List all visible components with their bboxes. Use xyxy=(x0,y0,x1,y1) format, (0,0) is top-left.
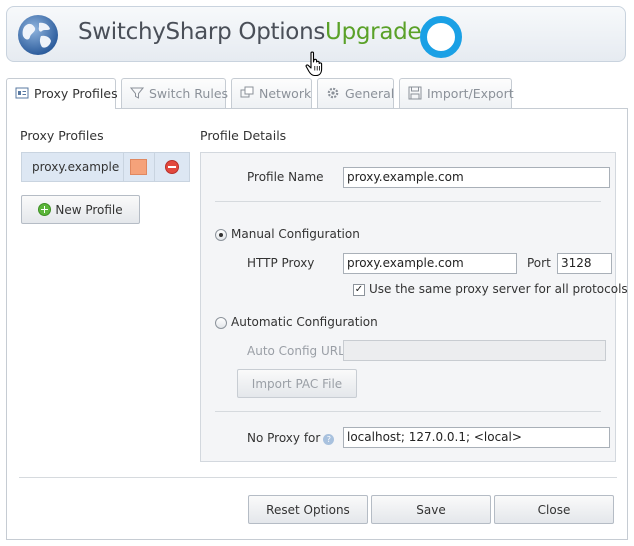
profile-name-input[interactable]: proxy.example.com xyxy=(343,167,610,188)
globe-icon xyxy=(18,15,58,55)
filter-icon xyxy=(130,87,144,99)
tab-label: Proxy Profiles xyxy=(34,86,118,101)
help-icon[interactable]: ? xyxy=(323,434,335,445)
auto-config-url-label: Auto Config URL xyxy=(247,344,345,358)
tab-switch-rules[interactable]: Switch Rules xyxy=(121,78,229,108)
proxy-profiles-panel: Proxy Profiles proxy.example.com New Pro… xyxy=(6,108,628,540)
auto-config-url-input[interactable] xyxy=(343,340,606,361)
import-pac-button[interactable]: Import PAC File xyxy=(237,369,357,398)
manual-config-label: Manual Configuration xyxy=(231,227,360,241)
save-button[interactable]: Save xyxy=(371,495,491,524)
same-proxy-checkbox[interactable]: ✓ xyxy=(353,284,365,296)
tab-general[interactable]: General xyxy=(317,78,394,108)
profile-details-box: Profile Name proxy.example.com Manual Co… xyxy=(200,152,628,462)
port-label: Port xyxy=(527,256,551,270)
profiles-heading: Proxy Profiles xyxy=(20,128,104,143)
profile-color-picker[interactable] xyxy=(123,153,154,181)
header-bar: SwitchySharp OptionsUpgrade xyxy=(6,6,626,77)
tab-proxy-profiles[interactable]: Proxy Profiles xyxy=(6,78,118,109)
new-profile-label: New Profile xyxy=(55,203,123,217)
profile-icon xyxy=(15,87,29,99)
tab-network[interactable]: Network xyxy=(231,78,312,108)
upgrade-link[interactable]: Upgrade xyxy=(325,19,422,45)
title-text: SwitchySharp Options xyxy=(78,19,326,45)
auto-config-radio[interactable] xyxy=(215,317,227,329)
ring-icon xyxy=(420,16,462,58)
no-proxy-input[interactable]: localhost; 127.0.0.1; <local> xyxy=(343,427,610,448)
tab-label: Import/Export xyxy=(427,86,514,101)
no-proxy-label: No Proxy for? xyxy=(247,431,335,445)
tab-import-export[interactable]: Import/Export xyxy=(399,78,514,108)
tab-label: Switch Rules xyxy=(149,86,229,101)
http-proxy-label: HTTP Proxy xyxy=(247,256,315,270)
profile-name-label: Profile Name xyxy=(247,170,324,184)
http-proxy-input[interactable]: proxy.example.com xyxy=(343,253,517,274)
tab-bar: Proxy Profiles Switch Rules Network Gene… xyxy=(6,78,628,109)
color-swatch xyxy=(130,159,147,175)
network-icon xyxy=(240,86,254,98)
gear-icon xyxy=(327,87,339,99)
page-title: SwitchySharp OptionsUpgrade xyxy=(78,19,422,45)
divider xyxy=(215,411,601,412)
plus-icon xyxy=(38,203,52,216)
floppy-icon xyxy=(408,86,422,100)
delete-icon xyxy=(165,160,179,174)
port-input[interactable]: 3128 xyxy=(557,253,612,274)
same-proxy-label: Use the same proxy server for all protoc… xyxy=(369,282,628,296)
hand-cursor-icon xyxy=(305,51,323,77)
profile-item-name: proxy.example.com xyxy=(32,160,120,174)
tab-label: Network xyxy=(259,86,312,101)
delete-profile-button[interactable] xyxy=(154,153,190,181)
auto-config-label: Automatic Configuration xyxy=(231,315,378,329)
manual-config-radio[interactable] xyxy=(215,229,227,241)
no-proxy-text: No Proxy for xyxy=(247,431,321,445)
divider xyxy=(19,477,617,478)
close-button[interactable]: Close xyxy=(494,495,614,524)
details-heading: Profile Details xyxy=(200,128,287,143)
new-profile-button[interactable]: New Profile xyxy=(21,195,140,224)
profile-list-item[interactable]: proxy.example.com xyxy=(21,152,190,182)
tab-label: General xyxy=(345,86,395,101)
reset-options-button[interactable]: Reset Options xyxy=(248,495,368,524)
divider xyxy=(215,201,601,202)
